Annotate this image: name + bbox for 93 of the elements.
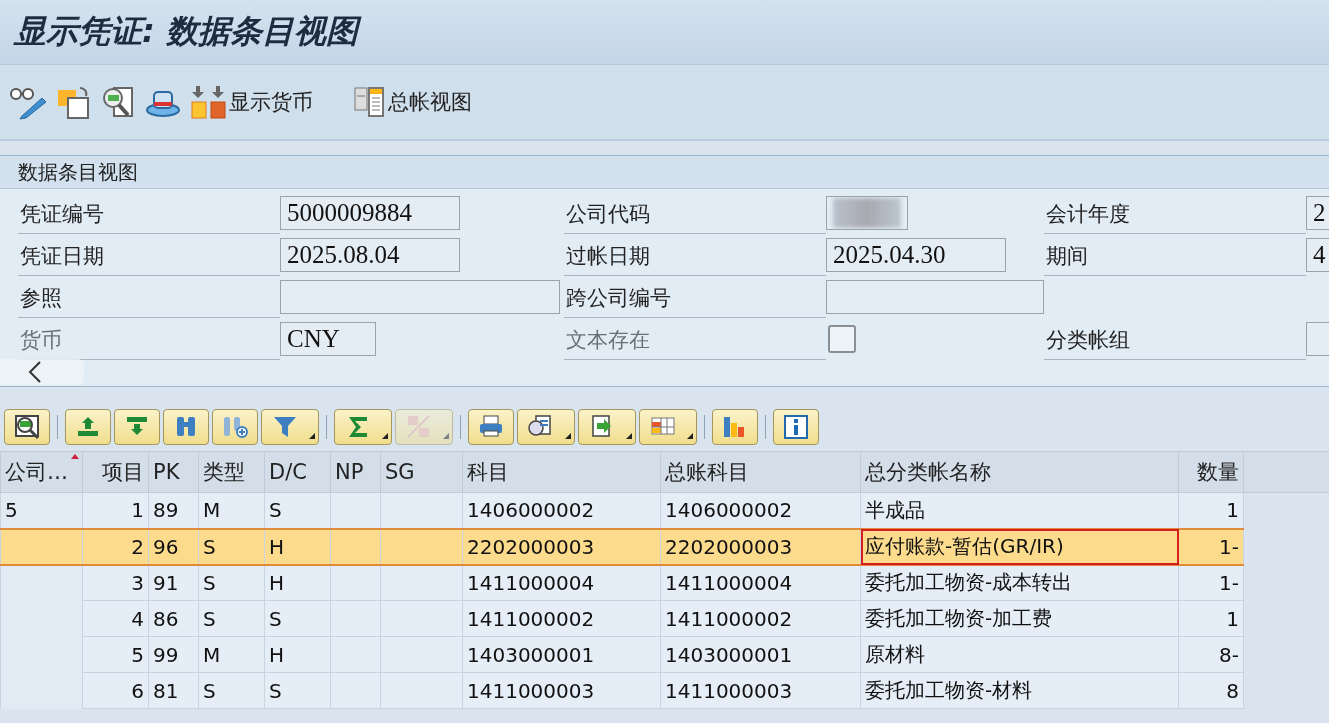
boxes-arrows-icon xyxy=(190,84,228,120)
table-cell: 1403000001 xyxy=(462,636,661,673)
copy-icon xyxy=(56,84,92,120)
table-cell: 3 xyxy=(82,564,149,601)
table-cell: H xyxy=(264,636,331,673)
table-cell: 81 xyxy=(148,672,199,709)
column-header[interactable]: SG xyxy=(380,451,463,493)
input-field[interactable]: 5000009884 xyxy=(280,196,460,230)
table-cell: 2202000003 xyxy=(462,528,661,565)
table-cell: 半成品 xyxy=(860,492,1179,529)
input-field[interactable] xyxy=(826,196,908,230)
table-cell: 1411000002 xyxy=(462,600,661,637)
panel-title: 数据条目视图 xyxy=(18,158,138,186)
table-cell: 1 xyxy=(1178,492,1244,529)
table-cell: 原材料 xyxy=(860,636,1179,673)
table-cell: 应付账款-暂估(GR/IR) xyxy=(860,528,1179,565)
table-cell: 1411000004 xyxy=(660,564,861,601)
column-header[interactable]: 总分类帐名称 xyxy=(860,451,1179,493)
table-cell: 1- xyxy=(1178,528,1244,565)
input-field[interactable]: 2025.08.04 xyxy=(280,238,460,272)
input-field[interactable] xyxy=(280,280,560,314)
table-cell: M xyxy=(198,492,265,529)
previous-button[interactable] xyxy=(0,359,84,385)
table-cell: S xyxy=(198,564,265,601)
input-field[interactable] xyxy=(1306,322,1329,356)
table-cell: 86 xyxy=(148,600,199,637)
table-cell: 96 xyxy=(148,528,199,565)
input-field[interactable] xyxy=(826,280,1044,314)
column-header[interactable]: 总账科目 xyxy=(660,451,861,493)
ledger-view-icon xyxy=(351,84,387,120)
table-cell: 委托加工物资-成本转出 xyxy=(860,564,1179,601)
table-cell: 1411000004 xyxy=(462,564,661,601)
column-header[interactable]: 科目 xyxy=(462,451,661,493)
column-header[interactable]: D/C xyxy=(264,451,331,493)
column-header[interactable]: NP xyxy=(330,451,381,493)
table-cell: 1403000001 xyxy=(660,636,861,673)
table-cell: S xyxy=(198,672,265,709)
caret-icon xyxy=(382,433,388,439)
table-cell: 99 xyxy=(148,636,199,673)
table-cell: 委托加工物资-加工费 xyxy=(860,600,1179,637)
table-cell: 5 xyxy=(0,492,83,529)
toolbar-button[interactable]: 总帐视图 xyxy=(349,84,474,120)
toolbar-button[interactable] xyxy=(578,409,636,445)
table-cell: 1411000003 xyxy=(660,672,861,709)
table-cell: 1 xyxy=(82,492,149,529)
table-cell: S xyxy=(264,492,331,529)
caret-icon xyxy=(309,433,315,439)
table-cell: S xyxy=(198,600,265,637)
table-cell: 2 xyxy=(82,528,149,565)
toolbar-button[interactable] xyxy=(4,409,50,445)
table-cell: S xyxy=(264,600,331,637)
caret-icon xyxy=(687,433,693,439)
toolbar-button[interactable] xyxy=(773,409,819,445)
column-header[interactable]: PK xyxy=(148,451,199,493)
toolbar-button[interactable]: 显示货币 xyxy=(188,84,315,120)
table-cell: 8 xyxy=(1178,672,1244,709)
table-cell: S xyxy=(264,672,331,709)
toolbar-button[interactable] xyxy=(517,409,575,445)
field-label: 文本存在 xyxy=(564,321,826,360)
info-icon xyxy=(782,413,810,441)
toolbar-button[interactable] xyxy=(468,409,514,445)
table-cell: 6 xyxy=(82,672,149,709)
table-cell: M xyxy=(198,636,265,673)
table-cell: 2202000003 xyxy=(660,528,861,565)
caret-icon xyxy=(565,433,571,439)
column-header[interactable]: 数量 xyxy=(1178,451,1244,493)
table-cell: 1406000002 xyxy=(660,492,861,529)
table-cell: 91 xyxy=(148,564,199,601)
caret-icon xyxy=(443,433,449,439)
caret-icon xyxy=(626,433,632,439)
sort-indicator-icon xyxy=(71,454,79,459)
table-cell: H xyxy=(264,564,331,601)
table-cell: 89 xyxy=(148,492,199,529)
table-cell: 8- xyxy=(1178,636,1244,673)
input-field[interactable]: 2 xyxy=(1306,196,1329,230)
table-cell: S xyxy=(198,528,265,565)
input-field[interactable]: 2025.04.30 xyxy=(826,238,1006,272)
table-cell: 1- xyxy=(1178,564,1244,601)
table-cell: 委托加工物资-材料 xyxy=(860,672,1179,709)
column-header[interactable]: 项目 xyxy=(82,451,149,493)
chevron-left-icon xyxy=(28,361,41,383)
column-header[interactable]: 公司… xyxy=(0,451,83,493)
column-header[interactable]: 类型 xyxy=(198,451,265,493)
table-cell: 4 xyxy=(82,600,149,637)
table-cell: H xyxy=(264,528,331,565)
magnifier-document-icon xyxy=(13,413,41,441)
table-cell: 1411000003 xyxy=(462,672,661,709)
magnifier-document-icon xyxy=(100,84,136,120)
input-field[interactable]: 4 xyxy=(1306,238,1329,272)
table-cell: 1 xyxy=(1178,600,1244,637)
table-cell: 5 xyxy=(82,636,149,673)
table-cell: 1406000002 xyxy=(462,492,661,529)
table-cell: 1411000002 xyxy=(660,600,861,637)
